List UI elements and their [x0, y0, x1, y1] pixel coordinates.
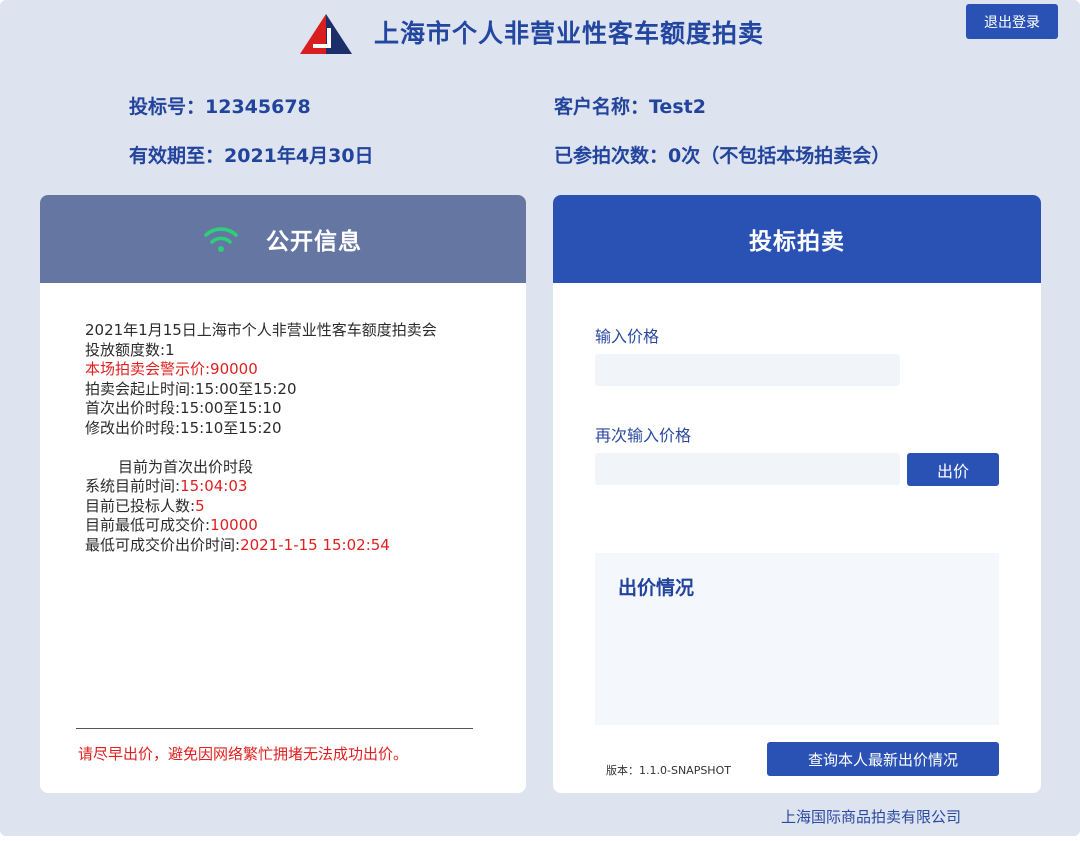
bidder-count-value: 5	[195, 496, 205, 515]
warning-price: 本场拍卖会警示价:90000	[85, 360, 258, 378]
system-time: 系统目前时间:15:04:03	[85, 477, 505, 497]
app-title: 上海市个人非营业性客车额度拍卖	[374, 19, 765, 48]
version-text: 版本：1.1.0-SNAPSHOT	[606, 764, 731, 777]
first-bid-period: 首次出价时段:15:00至15:10	[85, 399, 282, 417]
system-time-label: 系统目前时间:	[85, 477, 181, 495]
bid-status-title: 出价情况	[618, 577, 695, 599]
public-info-title: 公开信息	[266, 229, 362, 255]
lowest-price-time-label: 最低可成交价出价时间:	[85, 535, 241, 554]
bid-number: 投标号：12345678	[129, 96, 311, 118]
lowest-price-label: 目前最低可成交价:	[85, 516, 211, 534]
valid-until: 有效期至：2021年4月30日	[129, 145, 374, 167]
lowest-price-time: 最低可成交价出价时间:2021-1-15 15:02:54	[85, 536, 505, 556]
bidder-count: 目前已投标人数:5	[85, 497, 505, 517]
public-info-panel: 公开信息 2021年1月15日上海市个人非营业性客车额度拍卖会 投放额度数:1 …	[40, 195, 526, 793]
bid-early-notice: 请尽早出价，避免因网络繁忙拥堵无法成功出价。	[78, 745, 409, 763]
lowest-price: 目前最低可成交价:10000	[85, 516, 505, 536]
confirm-price-input[interactable]	[595, 453, 900, 485]
bidding-title: 投标拍卖	[749, 229, 845, 255]
bidding-panel: 投标拍卖 输入价格 再次输入价格 出价 出价情况 版本：1.1.0-SNAPSH…	[553, 195, 1041, 793]
auction-logo-icon	[300, 14, 352, 54]
price-input[interactable]	[595, 354, 900, 386]
logout-button[interactable]: 退出登录	[966, 4, 1058, 39]
confirm-price-label: 再次输入价格	[595, 426, 692, 445]
price-label: 输入价格	[595, 327, 660, 346]
bidding-header: 投标拍卖	[553, 195, 1041, 283]
quota-count: 投放额度数:1	[85, 340, 175, 359]
modify-bid-period: 修改出价时段:15:10至15:20	[85, 418, 282, 437]
customer-name: 客户名称：Test2	[554, 96, 706, 118]
bid-status-box: 出价情况	[595, 553, 999, 725]
participation-count: 已参拍次数：0次（不包括本场拍卖会）	[554, 145, 891, 167]
bidder-count-label: 目前已投标人数:	[85, 496, 196, 515]
divider	[76, 728, 473, 729]
auction-time: 拍卖会起止时间:15:00至15:20	[85, 379, 297, 398]
wifi-icon	[204, 227, 238, 252]
query-latest-bid-button[interactable]: 查询本人最新出价情况	[767, 742, 999, 776]
current-phase: 目前为首次出价时段	[118, 457, 254, 476]
public-info-header: 公开信息	[40, 195, 526, 283]
system-time-value: 15:04:03	[180, 477, 248, 495]
bid-button[interactable]: 出价	[907, 453, 999, 486]
lowest-price-time-value: 2021-1-15 15:02:54	[240, 535, 390, 554]
auction-name: 2021年1月15日上海市个人非营业性客车额度拍卖会	[85, 321, 437, 339]
company-name: 上海国际商品拍卖有限公司	[781, 808, 962, 826]
auction-info-block: 2021年1月15日上海市个人非营业性客车额度拍卖会 投放额度数:1 本场拍卖会…	[85, 321, 505, 555]
lowest-price-value: 10000	[210, 516, 258, 534]
